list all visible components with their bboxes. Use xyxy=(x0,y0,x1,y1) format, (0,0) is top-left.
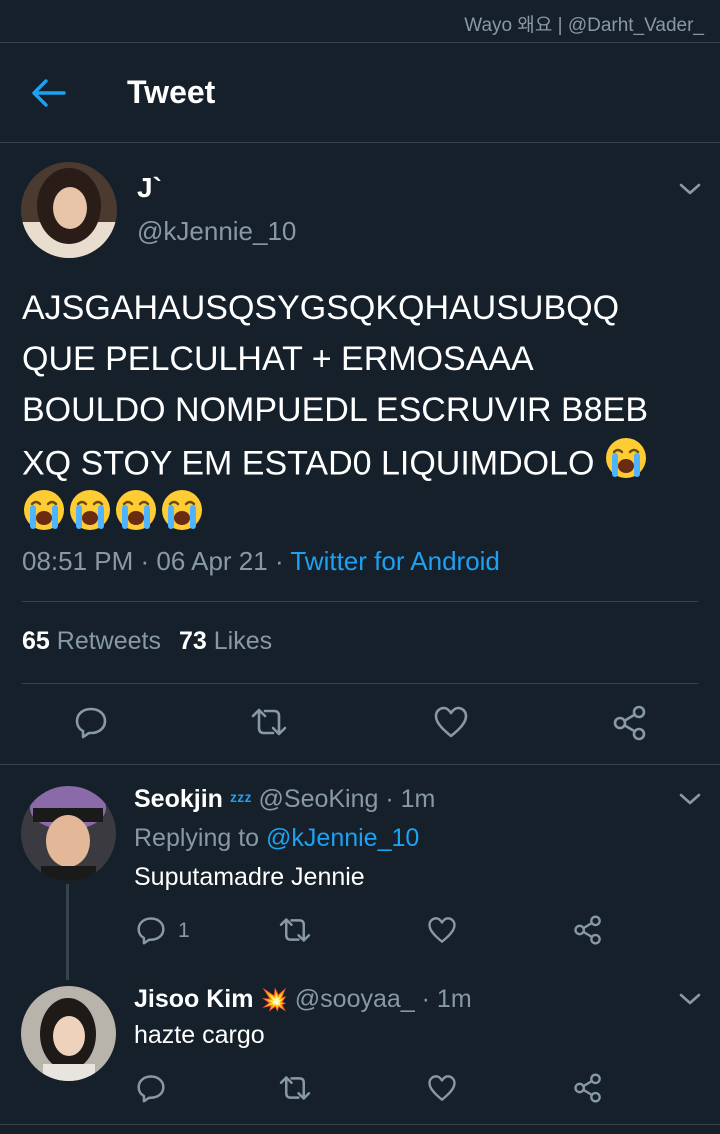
page-title: Tweet xyxy=(127,74,216,110)
collision-badge: 💥 xyxy=(260,987,288,1012)
retweets-count: 65 xyxy=(22,627,50,655)
arrow-left-icon[interactable] xyxy=(30,78,66,108)
crying-emoji xyxy=(160,488,204,537)
avatar[interactable] xyxy=(21,986,116,1081)
tweet-date: 06 Apr 21 xyxy=(156,546,268,576)
share-icon[interactable] xyxy=(573,1073,603,1103)
tweet-author-handle[interactable]: @kJennie_10 xyxy=(137,216,296,247)
heart-icon[interactable] xyxy=(427,1073,457,1103)
divider xyxy=(22,601,698,602)
tweet-author-name[interactable]: J` xyxy=(137,172,162,204)
reply-author-handle: @SeoKing · 1m xyxy=(258,785,436,813)
reply-text: hazte cargo xyxy=(134,1021,265,1049)
comment-icon[interactable] xyxy=(74,705,108,739)
reply-author-handle: @sooyaa_ · 1m xyxy=(294,985,472,1013)
reply-text: Suputamadre Jennie xyxy=(134,863,365,891)
likes-stat[interactable]: 73 Likes xyxy=(179,627,272,655)
avatar[interactable] xyxy=(21,786,116,881)
crying-emoji xyxy=(22,488,66,537)
crying-emoji xyxy=(68,488,112,537)
replying-mention[interactable]: @kJennie_10 xyxy=(266,824,419,852)
header-divider xyxy=(0,142,720,143)
reply-author-name: Seokjin xyxy=(134,785,223,813)
tweet-stats: 65 Retweets 73 Likes xyxy=(22,627,272,656)
comment-icon[interactable] xyxy=(136,915,166,945)
heart-icon[interactable] xyxy=(427,915,457,945)
chevron-down-icon[interactable] xyxy=(678,991,702,1007)
reply-author-name: Jisoo Kim xyxy=(134,985,254,1013)
retweets-stat[interactable]: 65 Retweets xyxy=(22,627,161,655)
heart-icon[interactable] xyxy=(433,705,469,739)
watermark: Wayo 왜요 | @Darht_Vader_ xyxy=(464,15,704,36)
retweet-icon[interactable] xyxy=(250,706,288,738)
sleep-badge: ᶻᶻᶻ xyxy=(229,790,252,812)
tweet-text: AJSGAHAUSQSYGSQKQHAUSUBQQ QUE PELCULHAT … xyxy=(22,283,702,495)
replying-to: Replying to @kJennie_10 xyxy=(134,824,419,853)
tweet-source-link[interactable]: Twitter for Android xyxy=(290,546,500,576)
thread-line xyxy=(66,884,69,980)
reply-author[interactable]: Seokjin ᶻᶻᶻ @SeoKing · 1m xyxy=(134,785,435,814)
share-icon[interactable] xyxy=(573,915,603,945)
chevron-down-icon[interactable] xyxy=(678,791,702,807)
emoji-row xyxy=(22,488,206,534)
meta-dot: · xyxy=(267,546,291,576)
crying-emoji xyxy=(114,488,158,537)
avatar[interactable] xyxy=(21,162,117,258)
chevron-down-icon[interactable] xyxy=(678,181,702,197)
replying-prefix: Replying to xyxy=(134,824,267,852)
likes-count: 73 xyxy=(178,627,207,655)
retweet-icon[interactable] xyxy=(278,916,312,944)
retweet-icon[interactable] xyxy=(278,1074,312,1102)
divider xyxy=(0,1124,720,1125)
reply-author[interactable]: Jisoo Kim 💥 @sooyaa_ · 1m xyxy=(134,985,472,1014)
divider xyxy=(22,683,698,684)
crying-emoji xyxy=(604,436,648,495)
top-divider xyxy=(0,42,720,43)
tweet-text-body: AJSGAHAUSQSYGSQKQHAUSUBQQ QUE PELCULHAT … xyxy=(22,289,648,483)
tweet-meta: 08:51 PM · 06 Apr 21 · Twitter for Andro… xyxy=(22,546,500,577)
likes-label: Likes xyxy=(213,627,273,655)
share-icon[interactable] xyxy=(612,705,648,741)
tweet-time: 08:51 PM xyxy=(22,546,134,576)
divider xyxy=(0,764,720,765)
meta-dot: · xyxy=(133,546,157,576)
reply-count: 1 xyxy=(178,919,190,942)
header: Tweet xyxy=(0,44,720,142)
retweets-label: Retweets xyxy=(56,627,161,655)
comment-icon[interactable] xyxy=(136,1073,166,1103)
